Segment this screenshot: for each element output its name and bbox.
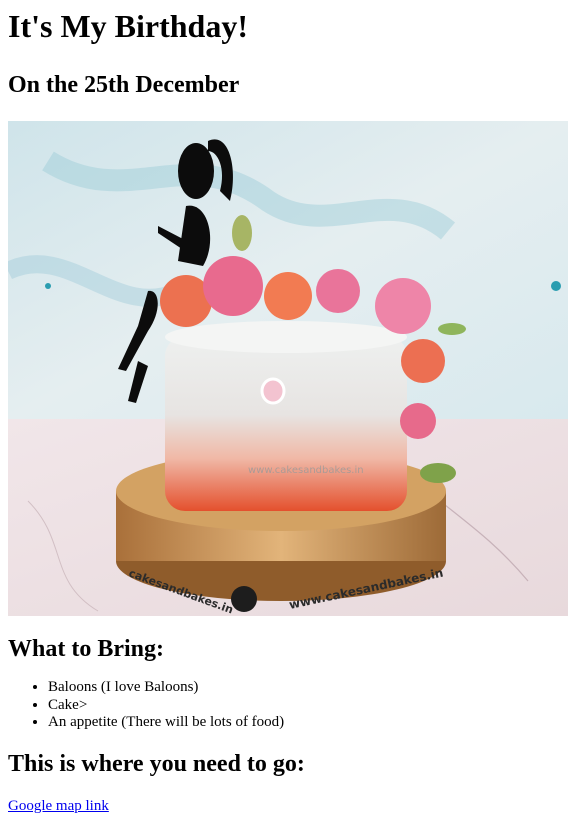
list-item: Cake> <box>48 697 560 715</box>
photo-watermark: www.cakesandbakes.in <box>248 465 364 476</box>
date-heading: On the 25th December <box>8 72 240 98</box>
bring-heading: What to Bring: <box>8 636 164 662</box>
list-item: An appetite (There will be lots of food) <box>48 714 560 732</box>
cake-medallion <box>260 377 286 405</box>
cake-body <box>165 336 407 511</box>
board-logo <box>231 586 257 612</box>
birthday-cake-image: cakesandbakes.in www.cakesandbakes.in ww… <box>8 121 568 616</box>
bring-list: Baloons (I love Baloons) Cake> An appeti… <box>8 679 560 732</box>
directions-heading: This is where you need to go: <box>8 750 305 777</box>
page: It's My Birthday! On the 25th December c… <box>0 0 568 815</box>
google-map-link[interactable]: Google map link <box>8 798 109 815</box>
list-item: Baloons (I love Baloons) <box>48 679 560 697</box>
page-title: It's My Birthday! <box>8 8 248 44</box>
